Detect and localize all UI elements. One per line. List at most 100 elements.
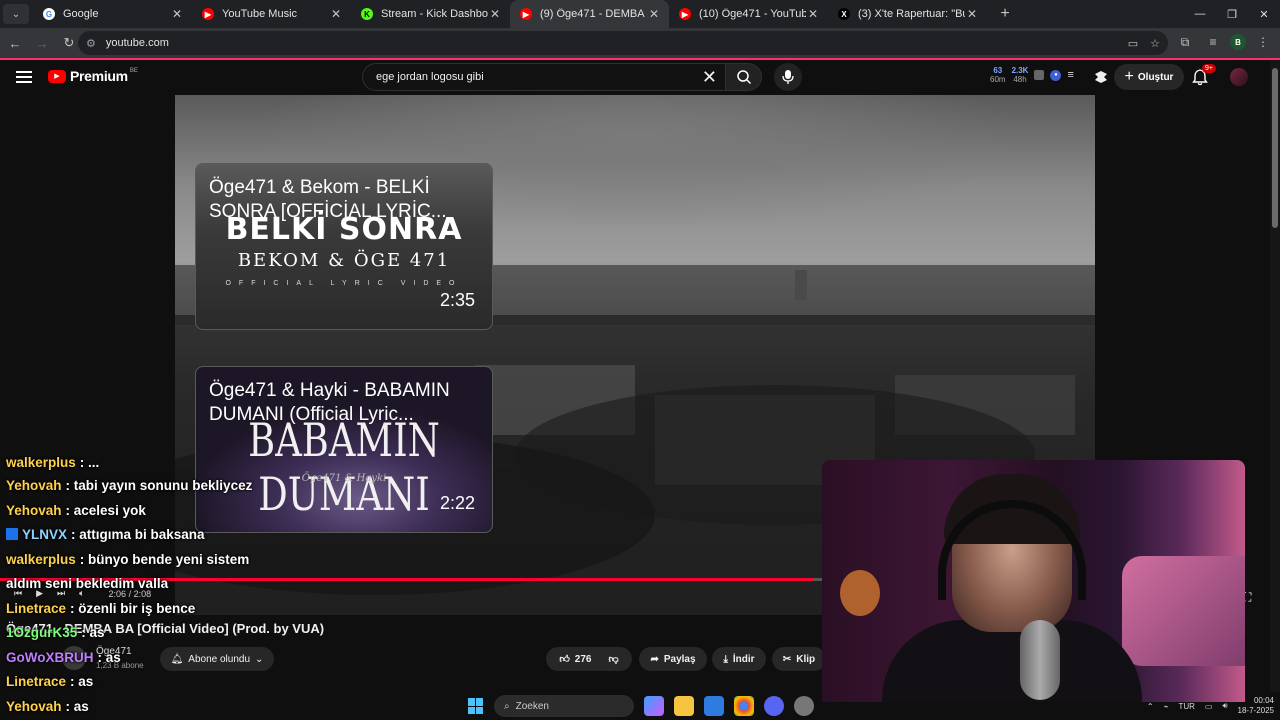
- tab-close-icon[interactable]: ✕: [488, 7, 502, 21]
- network-icon[interactable]: ▭: [1205, 702, 1213, 711]
- site-info-icon[interactable]: ⚙: [86, 37, 96, 50]
- search-button[interactable]: [726, 63, 762, 91]
- youtube-logo[interactable]: ▶ Premium BE: [48, 68, 138, 84]
- tab-title: Stream - Kick Dashboard: [381, 8, 488, 20]
- webcam-overlay: [822, 460, 1245, 702]
- extensions-puzzle-icon[interactable]: ⧉: [1174, 31, 1196, 53]
- chat-text: : acelesi yok: [65, 502, 146, 518]
- new-tab-plus-icon[interactable]: +: [993, 2, 1017, 26]
- page-scrollbar[interactable]: [1270, 60, 1280, 692]
- stat-views-48h: 2.3K 48h: [1012, 66, 1029, 84]
- forward-arrow-icon[interactable]: →: [30, 31, 54, 55]
- speaker-icon[interactable]: 🔊︎: [1222, 701, 1227, 711]
- chat-text: : as: [97, 649, 121, 665]
- clear-search-icon[interactable]: ✕: [702, 67, 717, 87]
- chat-username[interactable]: walkerplus: [6, 456, 76, 470]
- chat-username[interactable]: Yehovah: [6, 503, 62, 518]
- tab-list: G Google ✕ ▶ YouTube Music ✕ K Stream - Kick Da…: [33, 0, 987, 28]
- list-icon[interactable]: ≡: [1067, 69, 1073, 81]
- notification-badge: 9+: [1202, 64, 1216, 73]
- tab-search-chevron-icon[interactable]: ⌄: [3, 4, 29, 24]
- chat-username[interactable]: 1OzgurK35: [6, 625, 77, 640]
- end-card-video[interactable]: BELKİ SONRA BEKOM & ÖGE 471 OFFICIAL LYR…: [195, 163, 493, 330]
- search-icon: [736, 70, 751, 85]
- menu-kebab-icon[interactable]: ⋮: [1252, 31, 1274, 53]
- stat-value: 63: [993, 66, 1003, 75]
- chat-username[interactable]: Linetrace: [6, 674, 66, 689]
- account-avatar[interactable]: [1230, 68, 1248, 86]
- share-button[interactable]: ➦ Paylaş: [639, 647, 707, 671]
- settings-gear-icon[interactable]: [794, 696, 814, 716]
- tab-close-icon[interactable]: ✕: [329, 7, 343, 21]
- create-button[interactable]: + Oluştur: [1114, 64, 1184, 90]
- restore-icon[interactable]: ❐: [1216, 0, 1248, 28]
- back-arrow-icon[interactable]: ←: [3, 31, 27, 55]
- dislike-button[interactable]: 👎︎: [608, 653, 618, 665]
- chat-text: : özenli bir iş bence: [70, 600, 196, 616]
- download-button[interactable]: ⤓ İndir: [712, 647, 766, 671]
- discord-icon[interactable]: [764, 696, 784, 716]
- browser-tab[interactable]: K Stream - Kick Dashboard✕: [351, 0, 510, 28]
- keyboard-language[interactable]: TUR: [1178, 702, 1194, 711]
- close-window-icon[interactable]: ✕: [1248, 0, 1280, 28]
- windows-start-icon[interactable]: [468, 698, 484, 714]
- browser-tab[interactable]: ▶ (10) Öge471 - YouTube ✕: [669, 0, 828, 28]
- browser-tab-strip: ⌄ G Google ✕ ▶ YouTube Music ✕ K Stream - Kick …: [0, 0, 1280, 28]
- chat-message: Yehovah: acelesi yok: [0, 499, 330, 524]
- scrollbar-thumb[interactable]: [1272, 68, 1278, 228]
- hamburger-menu-icon[interactable]: [14, 69, 34, 85]
- chat-username[interactable]: GoWoXBRUH: [6, 650, 94, 665]
- copilot-icon[interactable]: [644, 696, 664, 716]
- chrome-icon[interactable]: [734, 696, 754, 716]
- search-input[interactable]: ege jordan logosu gibi ✕: [362, 63, 726, 91]
- clip-button[interactable]: ✂ Klip: [772, 647, 826, 671]
- media-controls-icon[interactable]: ≡: [1202, 31, 1224, 53]
- like-button[interactable]: 👍︎ 276: [559, 653, 591, 666]
- puzzle-extension-icon[interactable]: [1092, 68, 1110, 86]
- chat-message: aldım seni bekledim valla: [0, 572, 330, 597]
- thumbs-up-icon: 👍︎: [559, 654, 570, 665]
- chat-message: GoWoXBRUH: as: [0, 646, 330, 671]
- channel-stats: 63 60m 2.3K 48h ● ≡: [990, 66, 1074, 84]
- chat-username[interactable]: Yehovah: [6, 478, 62, 493]
- chat-text: : tabi yayın sonunu bekliycez: [65, 478, 253, 493]
- browser-tab[interactable]: X (3) X'te Rapertuar: "Bu gece çık...✕: [828, 0, 987, 28]
- address-bar[interactable]: ⚙ youtube.com ▭ ☆: [78, 31, 1168, 55]
- browser-tab[interactable]: ▶ (9) Öge471 - DEMBA BA [Offici...✕: [510, 0, 669, 28]
- tab-close-icon[interactable]: ✕: [965, 7, 979, 21]
- tab-title: (3) X'te Rapertuar: "Bu gece çık...: [858, 8, 965, 20]
- chat-username[interactable]: Linetrace: [6, 601, 66, 616]
- chat-username[interactable]: YLNVX: [22, 527, 67, 542]
- chat-username[interactable]: walkerplus: [6, 552, 76, 567]
- tab-close-icon[interactable]: ✕: [806, 7, 820, 21]
- region-code: BE: [129, 68, 138, 74]
- file-explorer-icon[interactable]: [674, 696, 694, 716]
- clock[interactable]: 00:04 18-7-2025: [1238, 696, 1274, 716]
- minimize-icon[interactable]: —: [1184, 0, 1216, 28]
- store-icon[interactable]: [704, 696, 724, 716]
- tab-close-icon[interactable]: ✕: [647, 7, 661, 21]
- taskbar-search[interactable]: ⌕ Zoeken: [494, 695, 634, 717]
- notifications-button[interactable]: 9+: [1192, 64, 1216, 91]
- bookmark-star-icon[interactable]: ☆: [1150, 37, 1160, 50]
- tab-close-icon[interactable]: ✕: [170, 7, 184, 21]
- extension-icon[interactable]: ●: [1050, 69, 1062, 81]
- tab-favicon-icon: G: [43, 8, 55, 20]
- browser-tab[interactable]: G Google ✕: [33, 0, 192, 28]
- profile-avatar[interactable]: B: [1230, 34, 1246, 50]
- browser-tab[interactable]: ▶ YouTube Music ✕: [192, 0, 351, 28]
- window-controls: — ❐ ✕: [1184, 0, 1280, 28]
- plus-icon: +: [1124, 68, 1134, 85]
- cast-icon[interactable]: ▭: [1128, 37, 1138, 50]
- tab-title: YouTube Music: [222, 8, 298, 20]
- chat-text: : as: [70, 674, 94, 689]
- tray-chevron-icon[interactable]: ⌃: [1147, 702, 1154, 711]
- youtube-play-icon: ▶: [48, 69, 66, 83]
- chat-text: : attıgıma bi baksana: [71, 527, 205, 542]
- tab-title: (10) Öge471 - YouTube: [699, 8, 806, 20]
- studio-icon[interactable]: [1034, 70, 1045, 80]
- voice-search-button[interactable]: [774, 63, 802, 91]
- usb-icon[interactable]: ⌁: [1164, 702, 1169, 711]
- windows-taskbar: ⌕ Zoeken ⌃ ⌁ TUR ▭ 🔊︎ 00:04 18-7-2025: [0, 692, 1280, 720]
- taskbar-apps: ⌕ Zoeken: [468, 692, 814, 720]
